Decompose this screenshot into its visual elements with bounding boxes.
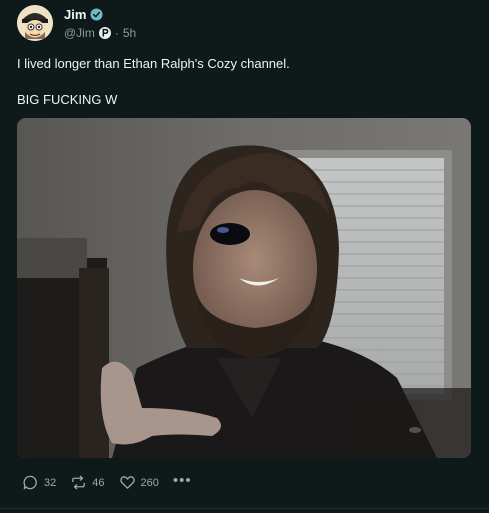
meta-separator: · <box>114 26 119 40</box>
repost-count: 46 <box>92 476 105 489</box>
post-header: Jim @Jim · 5h <box>64 6 136 41</box>
more-options-button[interactable]: ••• <box>173 473 192 490</box>
divider <box>0 508 489 509</box>
timestamp[interactable]: 5h <box>123 26 136 40</box>
post-text: I lived longer than Ethan Ralph's Cozy c… <box>17 55 472 109</box>
reply-button[interactable]: 32 <box>22 474 56 491</box>
post-image[interactable] <box>17 118 471 458</box>
heart-icon <box>119 476 135 489</box>
photo-illustration <box>17 118 471 458</box>
name-row: Jim <box>64 6 136 22</box>
display-name[interactable]: Jim <box>64 7 86 22</box>
avatar[interactable] <box>17 5 53 41</box>
repost-button[interactable]: 46 <box>70 474 105 491</box>
reply-count: 32 <box>44 476 57 489</box>
avatar-image <box>17 5 53 41</box>
post-line-1: I lived longer than Ethan Ralph's Cozy c… <box>17 56 290 71</box>
like-button[interactable]: 260 <box>119 474 159 491</box>
post-card: Jim @Jim · 5h I lived longer than Ethan … <box>0 0 489 513</box>
reply-icon <box>23 475 37 490</box>
like-count: 260 <box>140 476 159 489</box>
post-line-2: BIG FUCKING W <box>17 92 118 107</box>
repost-icon <box>72 475 86 490</box>
post-actions: 32 46 260 ••• <box>22 473 192 491</box>
p-badge-icon <box>98 27 111 39</box>
meta-row: @Jim · 5h <box>64 26 136 40</box>
verified-check-icon <box>90 7 103 21</box>
handle[interactable]: @Jim <box>64 26 95 40</box>
